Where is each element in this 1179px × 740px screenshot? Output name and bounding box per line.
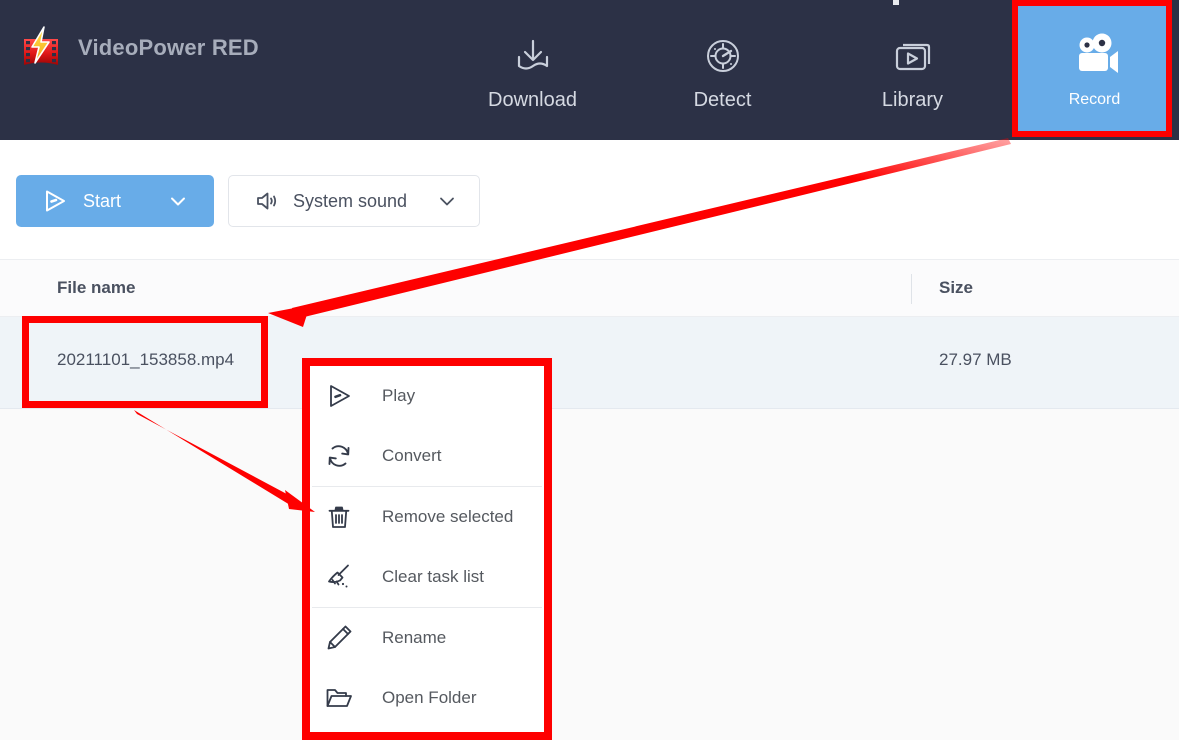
nav-tabs: Download Detect Library: [455, 0, 990, 140]
start-button-label: Start: [83, 190, 122, 211]
broom-icon: [322, 560, 356, 594]
menu-item-open-folder-label: Open Folder: [382, 688, 477, 707]
record-toolbar: Start System sound: [0, 140, 1179, 259]
menu-item-play-label: Play: [382, 386, 416, 405]
folder-open-icon: [322, 681, 356, 715]
menu-item-rename[interactable]: Rename: [310, 608, 544, 668]
menu-item-remove-selected-label: Remove selected: [382, 507, 514, 526]
menu-item-remove-selected[interactable]: Remove selected: [310, 487, 544, 547]
cursor-speck: [893, 0, 899, 5]
cell-size: 27.97 MB: [939, 350, 1012, 369]
nav-tab-library-label: Library: [881, 89, 944, 111]
play-triangle-icon: [322, 379, 356, 413]
file-context-menu: Play Convert Remove selected Clear task …: [310, 366, 544, 740]
menu-item-play[interactable]: Play: [310, 366, 544, 426]
file-table-header: File name Size: [0, 259, 1179, 317]
column-header-file-name: File name: [57, 278, 136, 297]
menu-item-clear-task-list[interactable]: Clear task list: [310, 547, 544, 607]
nav-gap-1: [610, 0, 645, 140]
table-row[interactable]: 20211101_153858.mp4 27.97 MB: [0, 317, 1179, 409]
film-lightning-logo: [18, 25, 64, 71]
menu-item-clear-task-list-label: Clear task list: [382, 567, 485, 586]
column-header-size: Size: [939, 278, 974, 297]
chevron-down-icon[interactable]: [168, 191, 188, 211]
menu-item-rename-label: Rename: [382, 628, 447, 647]
sound-source-dropdown[interactable]: System sound: [228, 175, 480, 227]
nav-gap-2: [800, 0, 835, 140]
sound-source-label: System sound: [293, 190, 408, 211]
brand: VideoPower RED: [18, 25, 259, 71]
nav-tab-library[interactable]: Library: [835, 0, 990, 140]
nav-tab-record[interactable]: Record: [1017, 5, 1172, 135]
menu-item-convert-label: Convert: [382, 446, 442, 465]
cell-file-name: 20211101_153858.mp4: [57, 350, 235, 369]
trash-bin-icon: [322, 500, 356, 534]
radar-detect-icon: [697, 30, 749, 82]
menu-item-open-folder[interactable]: Open Folder: [310, 668, 544, 728]
top-navigation-bar: VideoPower RED Download Detect Library R…: [0, 0, 1179, 140]
speaker-sound-icon: [255, 189, 279, 213]
app-title: VideoPower RED: [78, 35, 259, 60]
file-table-empty-area: [0, 409, 1179, 740]
download-tray-icon: [507, 30, 559, 82]
start-button[interactable]: Start: [16, 175, 214, 227]
nav-tab-download-label: Download: [488, 89, 577, 111]
nav-tab-detect[interactable]: Detect: [645, 0, 800, 140]
play-triangle-icon: [42, 188, 68, 214]
pencil-icon: [322, 621, 356, 655]
video-camera-icon: [1068, 32, 1122, 85]
app-window: VideoPower RED Download Detect Library R…: [0, 0, 1179, 740]
nav-tab-record-label: Record: [1068, 90, 1121, 108]
column-divider: [911, 274, 912, 304]
nav-tab-download[interactable]: Download: [455, 0, 610, 140]
video-library-icon: [887, 30, 939, 82]
menu-item-convert[interactable]: Convert: [310, 426, 544, 486]
chevron-down-icon[interactable]: [437, 191, 457, 211]
nav-tab-detect-label: Detect: [693, 89, 752, 111]
convert-refresh-icon: [322, 439, 356, 473]
